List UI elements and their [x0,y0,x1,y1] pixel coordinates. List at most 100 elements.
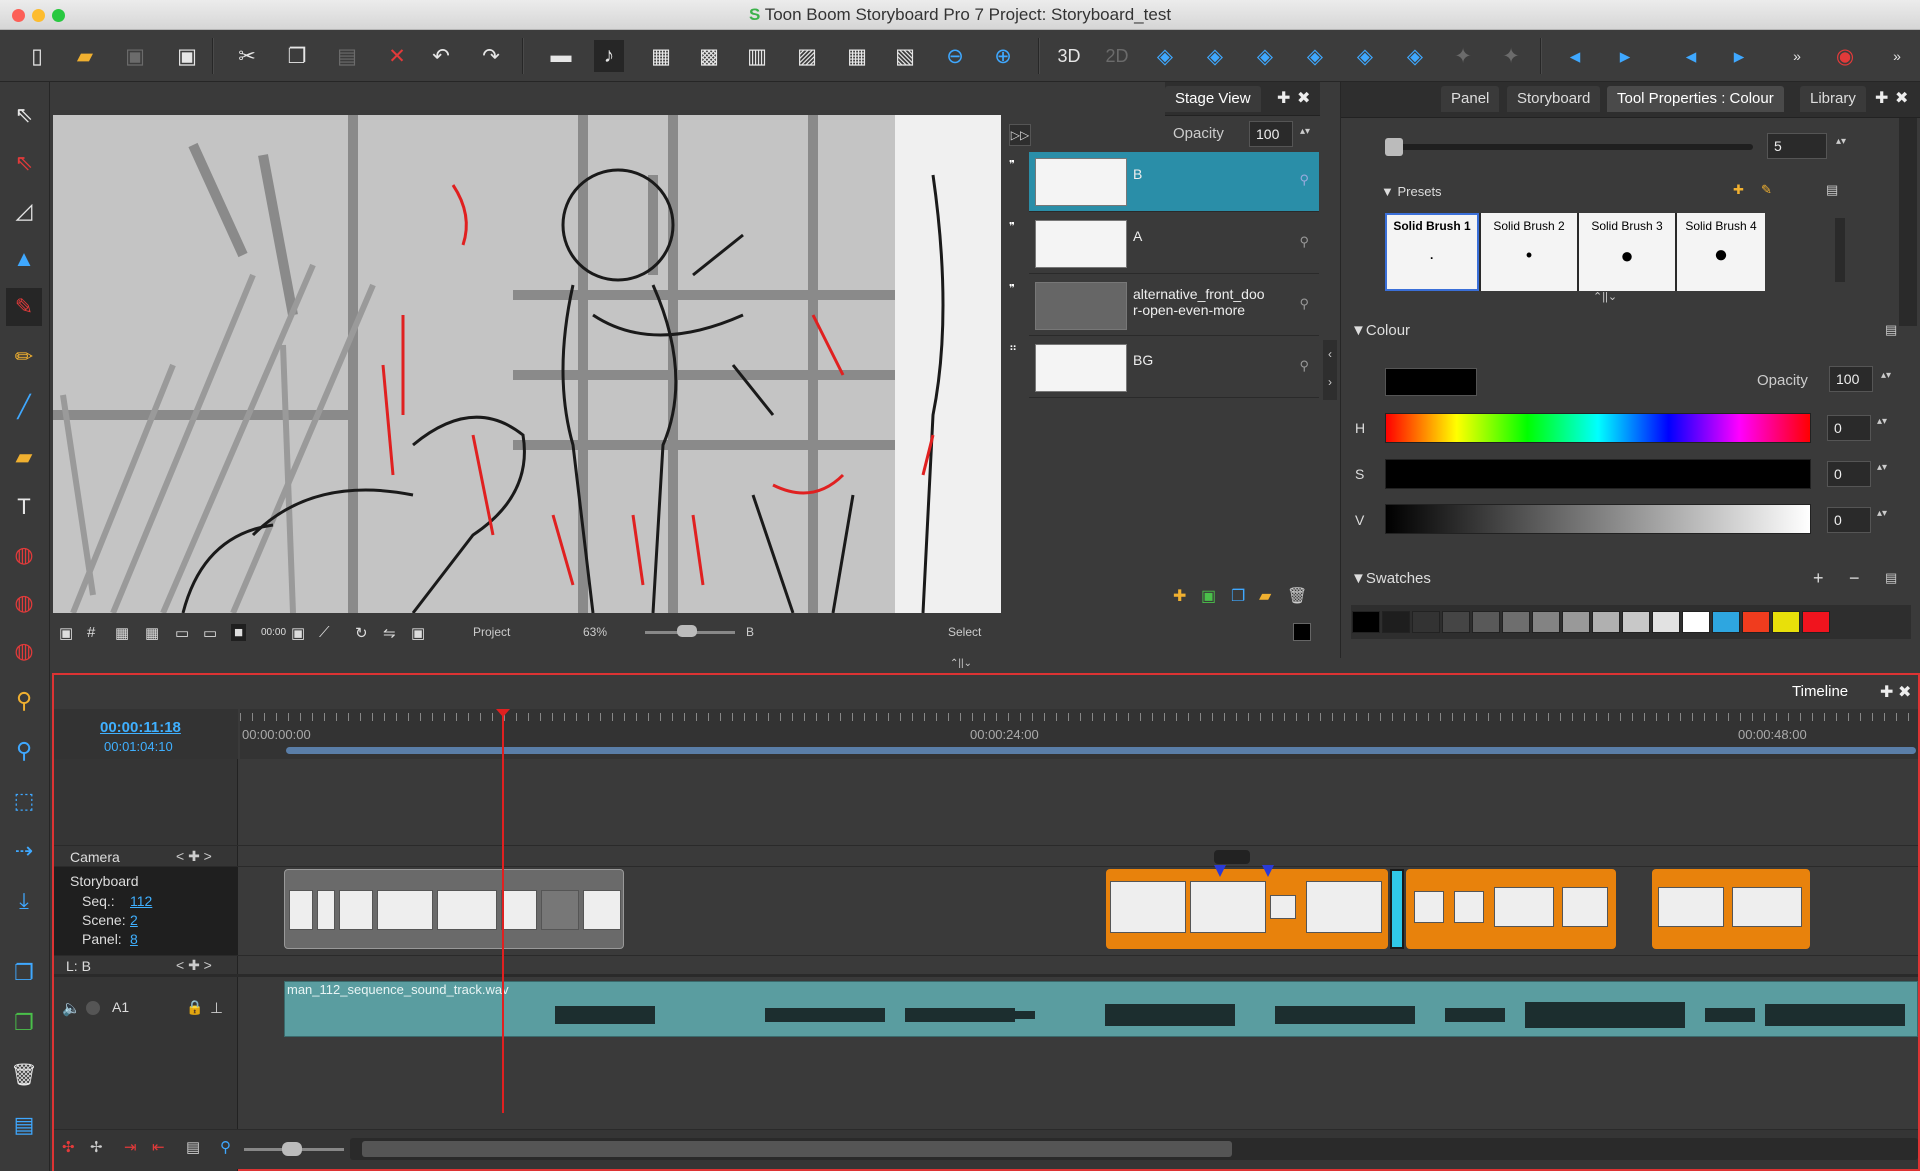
join-panel-icon[interactable]: ✦ [1448,40,1478,72]
scene-clip-1[interactable] [284,869,624,949]
add-panel-before-icon[interactable]: ◈ [1250,40,1280,72]
tab-storyboard[interactable]: Storyboard [1507,86,1601,112]
panel-thumbnail[interactable] [317,890,335,930]
timeline-zoom-handle[interactable] [282,1142,302,1156]
timeline-menu-icon[interactable]: ▤ [186,1138,200,1156]
colour-swatch[interactable] [1772,611,1800,633]
colour-swatch[interactable] [1532,611,1560,633]
add-swatch-icon[interactable]: + [1813,568,1824,589]
layer-row-a[interactable]: A ⚲ [1029,214,1319,274]
add-keyframe-icon[interactable]: ✣ [62,1138,75,1156]
presets-scrollbar[interactable] [1835,218,1845,282]
perspective-tool-icon[interactable]: ◿ [6,192,42,230]
preset-solid-brush-4[interactable]: Solid Brush 4 ● [1677,213,1765,291]
add-bitmap-layer-icon[interactable]: ❐ [6,1004,42,1042]
swatches-menu-icon[interactable]: ▤ [1885,570,1897,586]
pencil-tool-icon[interactable]: ✏ [6,338,42,376]
eraser-tool-icon[interactable]: ▰ [6,438,42,476]
new-preset-icon[interactable]: ✚ [1733,182,1744,198]
saturation-input[interactable]: 0 [1827,461,1871,487]
toolbar-overflow-2-icon[interactable]: » [1882,40,1912,72]
stage-view-icon[interactable]: ▨ [792,40,822,72]
add-view-icon[interactable]: ✚ [1277,88,1290,108]
add-bitmap-layer-icon[interactable]: ▣ [1201,586,1216,606]
duplicate-panel-icon[interactable]: ◈ [1350,40,1380,72]
add-view-icon[interactable]: ✚ [1875,88,1888,108]
panel-thumbnail[interactable] [1454,891,1484,923]
add-scene-icon[interactable]: ◈ [1300,40,1330,72]
colour-menu-icon[interactable]: ▤ [1885,322,1897,338]
undo-icon[interactable]: ↶ [426,40,456,72]
colour-swatch[interactable] [1592,611,1620,633]
panel-splitter-icon[interactable]: ⌃||⌄ [950,658,980,670]
value-slider[interactable] [1385,504,1811,534]
frame-icon[interactable]: ▭ [203,624,217,642]
panel-thumbnail[interactable] [437,890,497,930]
dropper-tool-icon[interactable]: ⚲ [6,682,42,720]
layer-lock-icon[interactable]: ⚲ [1299,358,1309,374]
reset-rotation-icon[interactable]: ↻ [355,624,368,642]
layer-lock-icon[interactable]: ⚲ [1299,234,1309,250]
layer-row-b[interactable]: B ⚲ [1029,152,1319,212]
opacity-stepper-icon[interactable]: ▴▾ [1300,126,1310,137]
layer-properties-icon[interactable]: ▤ [6,1106,42,1144]
scene-clip-4[interactable] [1652,869,1810,949]
transform-tool-icon[interactable]: ⇖ [6,144,42,182]
play-range-bar[interactable] [286,747,1916,754]
colour-swatch[interactable] [1712,611,1740,633]
render-preview-icon[interactable]: ▣ [411,624,425,642]
snap-icon[interactable]: ✢ [90,1138,103,1156]
maximize-window-button[interactable] [52,9,65,22]
colour-swatch[interactable] [1382,611,1410,633]
close-view-icon[interactable]: ✖ [1895,88,1908,108]
preset-solid-brush-1[interactable]: Solid Brush 1 · [1385,213,1479,291]
unpaint-tool-icon[interactable]: ◍ [6,632,42,670]
layer-opacity-input[interactable]: 100 [1249,121,1293,147]
panel-thumbnail[interactable] [339,890,373,930]
panel-view-icon[interactable]: ▥ [742,40,772,72]
duplicate-layer-icon[interactable]: ❐ [1231,586,1245,606]
colour-swatch[interactable] [1502,611,1530,633]
filmstrip-icon[interactable]: ▬ [546,40,576,72]
brush-size-handle[interactable] [1385,138,1403,156]
zoom-level[interactable]: 63% [583,625,607,639]
camera-mask-icon[interactable]: ▣ [59,624,73,642]
panel-thumbnail[interactable] [1306,881,1382,933]
field-chart-icon[interactable]: ▭ [175,624,189,642]
panel-thumbnail[interactable] [583,890,621,930]
rename-preset-icon[interactable]: ✎ [1761,182,1772,198]
grid-icon[interactable]: ▦ [646,40,676,72]
timeline-zoom-icon[interactable]: ⚲ [220,1138,231,1156]
layer-row-bg[interactable]: BG ⚲ [1029,338,1319,398]
select-tool-icon[interactable]: ⇖ [6,96,42,134]
colour-swatch[interactable] [1412,611,1440,633]
stage-canvas[interactable] [53,115,1001,613]
value-stepper-icon[interactable]: ▴▾ [1877,508,1887,519]
tab-panel[interactable]: Panel [1441,86,1500,112]
cutter-tool-icon[interactable]: ▲ [6,240,42,278]
colour-swatch[interactable] [1472,611,1500,633]
solo-toggle[interactable] [86,1001,100,1015]
audio-clip[interactable]: man_112_sequence_sound_track.wav [284,981,1918,1037]
preset-solid-brush-2[interactable]: Solid Brush 2 • [1481,213,1577,291]
camera-view-icon[interactable]: ▦ [842,40,872,72]
add-layer-icon[interactable]: ❐ [6,954,42,992]
camera-track-controls[interactable]: < ✚ > [176,848,212,865]
panel-thumbnail[interactable] [541,890,579,930]
delete-marker-icon[interactable]: ⇤ [152,1138,165,1156]
panel-thumbnail[interactable] [1190,881,1266,933]
hue-slider[interactable] [1385,413,1811,443]
panel-collapse-arrows[interactable]: ‹ › [1323,340,1337,400]
colour-swatch[interactable] [1622,611,1650,633]
open-folder-icon[interactable]: ▰ [70,40,100,72]
colour-opacity-input[interactable]: 100 [1829,366,1873,392]
layer-visibility-icon[interactable]: ❞ [1009,282,1015,295]
swatches-header[interactable]: ▼Swatches [1351,570,1431,587]
current-time[interactable]: 00:00:11:18 [100,719,181,736]
record-icon[interactable]: ◉ [1830,40,1860,72]
brush-tool-icon[interactable]: ✎ [6,288,42,326]
zoom-tool-icon[interactable]: ⚲ [6,732,42,770]
presets-resize-icon[interactable]: ⌃||⌄ [1593,290,1617,303]
current-colour-swatch[interactable] [1385,368,1477,396]
redo-icon[interactable]: ↷ [476,40,506,72]
